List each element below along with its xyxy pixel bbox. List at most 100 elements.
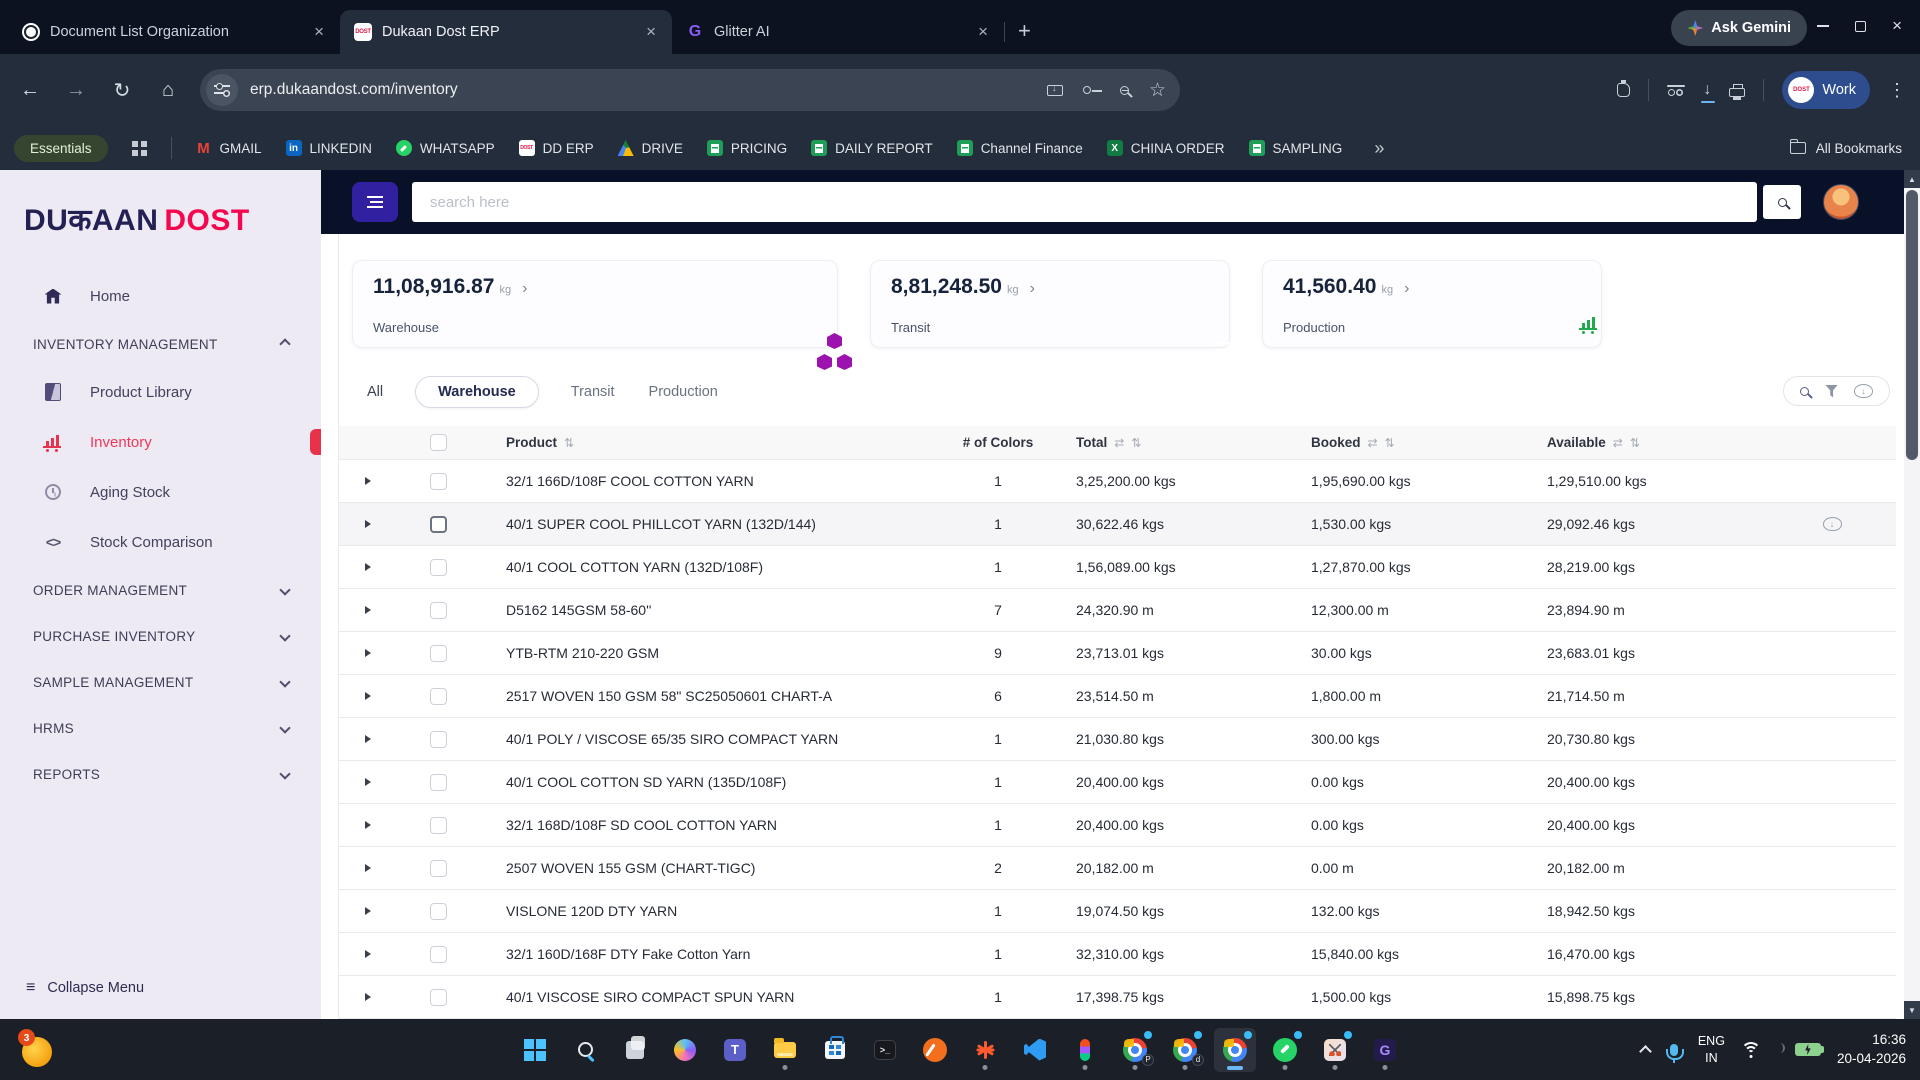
sort-icon[interactable]: ⇅ (1630, 436, 1640, 450)
reload-button[interactable]: ↻ (102, 70, 142, 110)
taskbar-vscode-icon[interactable] (1014, 1028, 1056, 1072)
sort-icon[interactable]: ⇅ (564, 436, 574, 450)
collapse-menu-button[interactable]: ≡ Collapse Menu (26, 979, 144, 997)
row-checkbox[interactable] (429, 773, 447, 791)
all-bookmarks-button[interactable]: All Bookmarks (1789, 139, 1902, 156)
browser-tab[interactable]: G Glitter AI × (672, 10, 1005, 54)
taskbar-task-view-icon[interactable] (614, 1028, 656, 1072)
sidebar-item-inventory[interactable]: Inventory (0, 417, 321, 467)
row-expander-icon[interactable] (365, 993, 371, 1001)
tab-close-icon[interactable]: × (972, 22, 994, 42)
row-expander-icon[interactable] (365, 520, 371, 528)
page-scrollbar[interactable]: ▲ ▼ (1904, 170, 1920, 1019)
widgets-button[interactable]: 3 (18, 1029, 56, 1067)
sidebar-item-aging-stock[interactable]: Aging Stock (0, 467, 321, 517)
card-chevron-icon[interactable]: › (1404, 280, 1409, 298)
back-button[interactable]: ← (10, 70, 50, 110)
home-button[interactable]: ⌂ (148, 70, 188, 110)
table-download-icon[interactable]: ↓ (1854, 384, 1873, 398)
table-row[interactable]: 32/1 168D/108F SD COOL COTTON YARN 1 20,… (338, 804, 1896, 847)
col-product[interactable]: Product ⇅ (478, 435, 938, 450)
taskbar-start-icon[interactable] (514, 1028, 556, 1072)
view-tab-transit[interactable]: Transit (569, 377, 617, 407)
table-row[interactable]: 40/1 VISCOSE SIRO COMPACT SPUN YARN 1 17… (338, 976, 1896, 1019)
bookmark-pricing[interactable]: PRICING (706, 140, 787, 156)
taskbar-chrome-profile-1-icon[interactable]: P (1114, 1028, 1156, 1072)
row-expander-icon[interactable] (365, 821, 371, 829)
table-filter-icon[interactable] (1825, 384, 1838, 398)
sidebar-section-purchase-inventory[interactable]: PURCHASE INVENTORY (0, 613, 321, 659)
taskbar-figma-icon[interactable] (1064, 1028, 1106, 1072)
address-bar[interactable]: erp.dukaandost.com/inventory ☆ (200, 69, 1180, 111)
print-icon[interactable] (1729, 83, 1746, 100)
battery-icon[interactable] (1794, 1043, 1824, 1056)
row-expander-icon[interactable] (365, 692, 371, 700)
taskbar-teams-icon[interactable]: T (714, 1028, 756, 1072)
search-input[interactable] (412, 182, 1757, 222)
taskbar-whatsapp-icon[interactable] (1264, 1028, 1306, 1072)
card-chevron-icon[interactable]: › (522, 280, 527, 298)
sidebar-section-hrms[interactable]: HRMS (0, 705, 321, 751)
clock[interactable]: 16:36 20-04-2026 (1837, 1031, 1906, 1067)
col-total[interactable]: Total ⇄ ⇅ (1058, 435, 1293, 450)
bookmark-channel-finance[interactable]: Channel Finance (956, 140, 1083, 156)
row-checkbox[interactable] (429, 816, 447, 834)
taskbar-chrome-active-icon[interactable] (1214, 1027, 1256, 1072)
row-expander-icon[interactable] (365, 778, 371, 786)
zoom-icon[interactable] (1119, 85, 1129, 95)
bookmark-sampling[interactable]: SAMPLING (1248, 140, 1342, 156)
table-row[interactable]: VISLONE 120D DTY YARN 1 19,074.50 kgs 13… (338, 890, 1896, 933)
tray-chevron-icon[interactable] (1638, 1045, 1652, 1058)
scroll-up-arrow[interactable]: ▲ (1904, 170, 1920, 188)
taskbar-copilot-icon[interactable] (664, 1028, 706, 1072)
col-booked[interactable]: Booked ⇄ ⇅ (1293, 435, 1528, 450)
row-expander-icon[interactable] (365, 735, 371, 743)
select-all-checkbox[interactable] (429, 434, 447, 451)
profile-chip[interactable]: DOST Work (1782, 71, 1870, 109)
bookmark-linkedin[interactable]: in LINKEDIN (285, 140, 372, 156)
table-row[interactable]: 32/1 166D/108F COOL COTTON YARN 1 3,25,2… (338, 460, 1896, 503)
table-row[interactable]: 40/1 COOL COTTON YARN (132D/108F) 1 1,56… (338, 546, 1896, 589)
sidebar-section-order-management[interactable]: ORDER MANAGEMENT (0, 567, 321, 613)
row-sync-cloud-icon[interactable]: ↓ (1822, 517, 1842, 531)
taskbar-ms-store-icon[interactable] (814, 1028, 856, 1072)
swap-icon[interactable]: ⇄ (1114, 436, 1124, 450)
row-checkbox[interactable] (429, 730, 447, 748)
row-checkbox[interactable] (429, 859, 447, 877)
new-tab-button[interactable]: + (1018, 18, 1031, 44)
summary-card-production[interactable]: 41,560.40 kg › Production (1262, 260, 1602, 348)
bookmark-dd-erp[interactable]: DOST DD ERP (518, 140, 594, 156)
sidebar-section-sample-management[interactable]: SAMPLE MANAGEMENT (0, 659, 321, 705)
bookmark-drive[interactable]: DRIVE (617, 140, 683, 156)
summary-card-transit[interactable]: 8,81,248.50 kg › Transit (870, 260, 1230, 348)
tab-group-essentials[interactable]: Essentials (14, 134, 108, 162)
menu-toggle-button[interactable] (352, 182, 398, 222)
sidebar-item-stock-comparison[interactable]: <> Stock Comparison (0, 517, 321, 567)
taskbar-terminal-icon[interactable]: >_ (864, 1028, 906, 1072)
bookmark-daily-report[interactable]: DAILY REPORT (811, 140, 933, 156)
row-checkbox[interactable] (429, 687, 447, 705)
install-app-icon[interactable] (1046, 83, 1063, 96)
tab-close-icon[interactable]: × (640, 22, 662, 42)
table-row[interactable]: 40/1 POLY / VISCOSE 65/35 SIRO COMPACT Y… (338, 718, 1896, 761)
row-checkbox[interactable] (429, 988, 447, 1006)
taskbar-starburst-app-icon[interactable] (964, 1028, 1006, 1072)
swap-icon[interactable]: ⇄ (1613, 436, 1623, 450)
taskbar-snipping-tool-icon[interactable] (1314, 1028, 1356, 1072)
extensions-icon[interactable] (1667, 84, 1686, 96)
downloads-icon[interactable]: ↓ (1701, 82, 1716, 103)
sidebar-section-inventory-management[interactable]: INVENTORY MANAGEMENT (0, 321, 321, 367)
table-row[interactable]: 2507 WOVEN 155 GSM (CHART-TIGC) 2 20,182… (338, 847, 1896, 890)
table-row[interactable]: 32/1 160D/168F DTY Fake Cotton Yarn 1 32… (338, 933, 1896, 976)
view-tab-all[interactable]: All (365, 377, 385, 407)
restore-button[interactable] (1855, 20, 1867, 32)
row-expander-icon[interactable] (365, 864, 371, 872)
side-panel-icon[interactable] (1617, 80, 1631, 97)
bookmark-star-icon[interactable]: ☆ (1149, 79, 1166, 102)
row-expander-icon[interactable] (365, 563, 371, 571)
ask-gemini-button[interactable]: Ask Gemini (1671, 10, 1808, 46)
site-settings-icon[interactable] (206, 74, 238, 106)
row-checkbox[interactable] (429, 558, 447, 576)
user-avatar[interactable] (1823, 184, 1859, 220)
browser-tab[interactable]: Document List Organization × (8, 10, 341, 54)
